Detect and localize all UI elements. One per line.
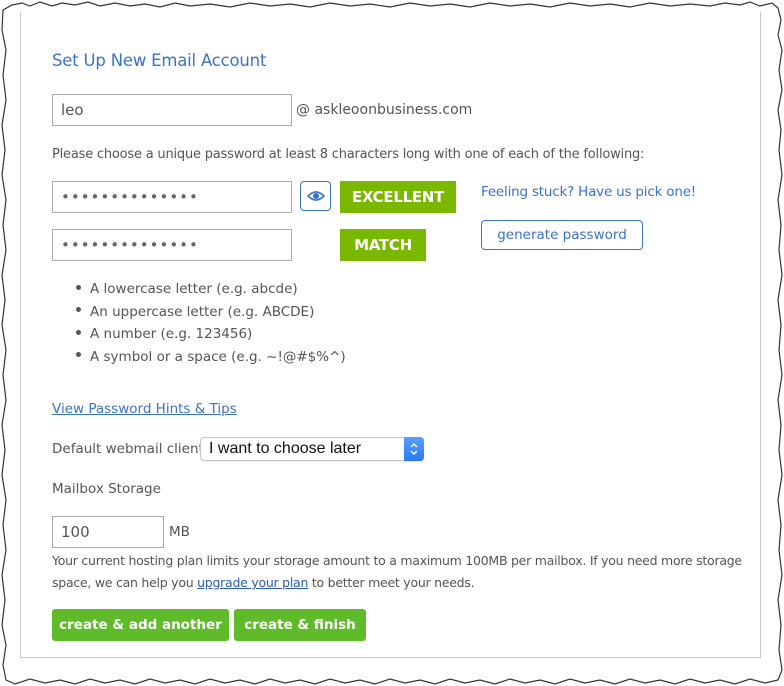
select-arrows-icon	[404, 437, 424, 461]
confirm-password-input[interactable]: ••••••••••••••	[52, 229, 292, 261]
password-input[interactable]: ••••••••••••••	[52, 181, 292, 213]
create-add-another-button[interactable]: create & add another	[52, 609, 229, 641]
bullet-icon	[76, 284, 81, 290]
password-strength-badge: EXCELLENT	[340, 181, 456, 213]
password-hints-link[interactable]: View Password Hints & Tips	[52, 401, 237, 417]
page-title: Set Up New Email Account	[52, 51, 267, 70]
upgrade-plan-link[interactable]: upgrade your plan	[197, 575, 308, 590]
domain-suffix: @ askleoonbusiness.com	[296, 102, 473, 118]
show-password-button[interactable]	[300, 181, 331, 211]
bullet-icon	[76, 352, 81, 357]
storage-note: Your current hosting plan limits your st…	[52, 553, 742, 590]
password-masked-value: ••••••••••••••	[61, 188, 199, 206]
password-requirements-list: A lowercase letter (e.g. abcde) An upper…	[76, 278, 346, 368]
eye-icon	[306, 191, 325, 201]
password-match-badge: MATCH	[340, 229, 426, 261]
webmail-client-selected: I want to choose later	[209, 440, 362, 457]
storage-unit: MB	[169, 524, 190, 540]
username-value: leo	[61, 101, 84, 119]
requirement-item: An uppercase letter (e.g. ABCDE)	[76, 301, 346, 324]
webmail-client-label: Default webmail client	[52, 441, 204, 457]
username-input[interactable]: leo	[52, 94, 292, 126]
mailbox-storage-input[interactable]: 100	[52, 516, 164, 548]
mailbox-storage-value: 100	[61, 523, 90, 541]
bullet-icon	[76, 329, 81, 335]
bullet-icon	[76, 307, 81, 312]
mailbox-storage-label: Mailbox Storage	[52, 481, 161, 497]
requirement-item: A symbol or a space (e.g. ~!@#$%^)	[76, 346, 346, 369]
create-finish-button[interactable]: create & finish	[234, 609, 366, 641]
requirement-item: A number (e.g. 123456)	[76, 323, 346, 346]
password-instructions: Please choose a unique password at least…	[52, 147, 645, 162]
confirm-password-masked-value: ••••••••••••••	[61, 236, 199, 254]
feeling-stuck-text: Feeling stuck? Have us pick one!	[481, 184, 697, 200]
webmail-client-select[interactable]: I want to choose later	[200, 437, 424, 461]
requirement-item: A lowercase letter (e.g. abcde)	[76, 278, 346, 301]
generate-password-button[interactable]: generate password	[481, 220, 643, 250]
